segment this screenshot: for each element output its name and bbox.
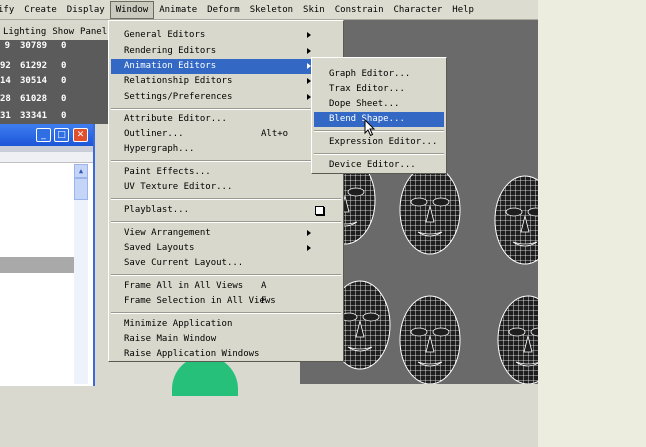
menu-item-relationship-editors[interactable]: Relationship Editors bbox=[111, 74, 341, 89]
menu-skin[interactable]: Skin bbox=[298, 1, 330, 19]
menu-item-uv-texture-editor[interactable]: UV Texture Editor... bbox=[111, 180, 341, 195]
shortcut-label: Alt+o bbox=[261, 129, 289, 139]
menu-separator bbox=[314, 153, 444, 155]
menu-item-raise-main-window[interactable]: Raise Main Window bbox=[111, 332, 341, 347]
menu-item-blend-shape[interactable]: Blend Shape... bbox=[314, 112, 444, 127]
menu-item-attribute-editor[interactable]: Attribute Editor... bbox=[111, 112, 341, 127]
scroll-up-icon[interactable]: ▲ bbox=[74, 164, 88, 178]
menu-separator bbox=[111, 160, 341, 162]
submenu-arrow-icon bbox=[307, 245, 311, 251]
menu-deform[interactable]: Deform bbox=[202, 1, 245, 19]
submenu-arrow-icon bbox=[307, 48, 311, 54]
menu-item-paint-effects[interactable]: Paint Effects... bbox=[111, 165, 341, 180]
menu-item-graph-editor[interactable]: Graph Editor... bbox=[314, 67, 444, 82]
menu-separator bbox=[111, 221, 341, 223]
panel-menu-show[interactable]: Show bbox=[49, 27, 77, 37]
menu-separator bbox=[111, 108, 341, 110]
vertical-scrollbar[interactable]: ▲ bbox=[74, 164, 88, 384]
menu-animate[interactable]: Animate bbox=[154, 1, 202, 19]
menu-item-outliner[interactable]: Outliner... Alt+o bbox=[111, 127, 341, 142]
shortcut-label: F bbox=[261, 296, 267, 306]
menu-item-general-editors[interactable]: General Editors bbox=[111, 28, 341, 43]
floating-window[interactable]: _ □ ✕ ▲ bbox=[0, 124, 95, 386]
panel-menu-lighting[interactable]: Lighting bbox=[0, 27, 49, 37]
menu-separator bbox=[314, 130, 444, 132]
close-button[interactable]: ✕ bbox=[73, 128, 88, 142]
menu-window[interactable]: Window bbox=[109, 0, 155, 19]
menu-separator bbox=[111, 274, 341, 276]
menu-create[interactable]: Create bbox=[19, 1, 62, 19]
menu-item-rendering-editors[interactable]: Rendering Editors bbox=[111, 44, 341, 59]
menu-item-raise-application-windows[interactable]: Raise Application Windows bbox=[111, 347, 341, 362]
scroll-thumb[interactable] bbox=[74, 178, 88, 200]
menu-item-settings-preferences[interactable]: Settings/Preferences bbox=[111, 90, 341, 105]
menu-item-view-arrangement[interactable]: View Arrangement bbox=[111, 226, 341, 241]
menu-item-dope-sheet[interactable]: Dope Sheet... bbox=[314, 97, 444, 112]
menu-skeleton[interactable]: Skeleton bbox=[245, 1, 298, 19]
menu-constrain[interactable]: Constrain bbox=[330, 1, 389, 19]
menu-item-playblast[interactable]: Playblast... bbox=[111, 203, 341, 218]
submenu-arrow-icon bbox=[307, 230, 311, 236]
maximize-button[interactable]: □ bbox=[54, 128, 69, 142]
menu-character[interactable]: Character bbox=[389, 1, 448, 19]
poly-count-stats: 9 30789 0 92 61292 0 14 30514 0 28 61028 0 31 333… bbox=[0, 40, 108, 124]
menu-item-frame-selection[interactable]: Frame Selection in All Views F bbox=[111, 294, 341, 309]
window-menu-dropdown: General Editors Rendering Editors Animat… bbox=[108, 20, 344, 362]
menu-separator bbox=[111, 312, 341, 314]
menu-item-expression-editor[interactable]: Expression Editor... bbox=[314, 135, 444, 150]
menu-separator bbox=[111, 198, 341, 200]
menu-item-hypergraph[interactable]: Hypergraph... bbox=[111, 142, 341, 157]
menu-item-animation-editors[interactable]: Animation Editors bbox=[111, 59, 341, 74]
menu-item-save-current-layout[interactable]: Save Current Layout... bbox=[111, 256, 341, 271]
main-menubar: ify Create Display Window Animate Deform… bbox=[0, 0, 538, 20]
menu-item-saved-layouts[interactable]: Saved Layouts bbox=[111, 241, 341, 256]
menu-item-device-editor[interactable]: Device Editor... bbox=[314, 158, 444, 173]
menu-item-frame-all[interactable]: Frame All in All Views A bbox=[111, 279, 341, 294]
selected-list-row[interactable] bbox=[0, 257, 74, 273]
green-sphere[interactable] bbox=[172, 356, 238, 396]
window-title-bar[interactable]: _ □ ✕ bbox=[0, 124, 93, 146]
menu-item-minimize-application[interactable]: Minimize Application bbox=[111, 317, 341, 332]
desktop-background bbox=[538, 0, 646, 447]
face-mesh[interactable] bbox=[399, 295, 461, 384]
status-area bbox=[0, 386, 538, 447]
animation-editors-submenu: Graph Editor... Trax Editor... Dope Shee… bbox=[311, 57, 447, 174]
option-box-icon[interactable] bbox=[315, 206, 324, 215]
submenu-arrow-icon bbox=[307, 32, 311, 38]
shortcut-label: A bbox=[261, 281, 267, 291]
window-header bbox=[0, 152, 93, 163]
mouse-pointer-icon bbox=[364, 119, 376, 137]
menu-item-trax-editor[interactable]: Trax Editor... bbox=[314, 82, 444, 97]
face-mesh[interactable] bbox=[399, 165, 461, 255]
panel-menubar: Lighting Show Panels bbox=[0, 24, 113, 40]
menu-display[interactable]: Display bbox=[62, 1, 110, 19]
minimize-button[interactable]: _ bbox=[36, 128, 51, 142]
menu-help[interactable]: Help bbox=[447, 1, 479, 19]
menu-modify[interactable]: ify bbox=[0, 1, 19, 19]
